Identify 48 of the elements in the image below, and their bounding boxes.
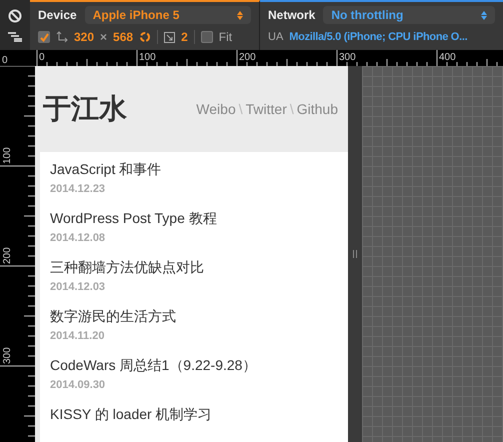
list-icon[interactable]	[7, 32, 23, 42]
ruler-label: 100	[139, 52, 156, 63]
ruler-label: 200	[2, 247, 13, 264]
resize-handle[interactable]	[348, 66, 362, 442]
ruler-label: 100	[2, 147, 13, 164]
post-date: 2014.12.08	[50, 231, 106, 245]
ruler-label: 400	[439, 52, 456, 63]
ua-label: UA	[268, 30, 284, 46]
ruler-label: 0	[2, 56, 8, 66]
width-value[interactable]: 320	[74, 28, 94, 46]
post-title[interactable]: JavaScript 和事件	[50, 161, 338, 178]
post-date: 2014.11.20	[50, 329, 106, 343]
device-select[interactable]: Apple iPhone 5	[84, 6, 251, 24]
post-title[interactable]: 三种翻墙方法优缺点对比	[50, 259, 338, 276]
times-sign: ×	[100, 29, 108, 46]
post-title[interactable]: KISSY 的 loader 机制学习	[50, 406, 338, 423]
post-date: 2014.12.03	[50, 280, 106, 294]
user-agent-value[interactable]: Mozilla/5.0 (iPhone; CPU iPhone O...	[289, 29, 468, 46]
post-title[interactable]: CodeWars 周总结1（9.22-9.28）	[50, 357, 338, 374]
separator: \	[290, 100, 294, 118]
rotate-icon[interactable]	[139, 31, 152, 43]
ruler-label: 300	[2, 347, 13, 364]
ruler-label: 300	[339, 52, 356, 63]
ruler-label: 0	[39, 52, 45, 63]
scale-icon	[164, 32, 176, 42]
post-date: 2014.12.23	[50, 182, 106, 196]
device-label: Device	[38, 7, 77, 24]
nav-link[interactable]: Github	[296, 98, 338, 120]
post-date: 2014.09.30	[50, 378, 106, 392]
height-value[interactable]: 568	[113, 28, 134, 46]
separator: \	[238, 100, 243, 118]
checkmark-icon	[40, 32, 48, 42]
fit-label: Fit	[218, 29, 232, 46]
scale-value[interactable]: 2	[181, 28, 188, 46]
network-select[interactable]: No throttling	[323, 6, 495, 24]
post-title[interactable]: WordPress Post Type 教程	[50, 210, 338, 227]
network-label: Network	[268, 7, 316, 24]
resize-arrow-icon	[56, 31, 68, 43]
checkbox[interactable]	[200, 31, 213, 43]
site-title[interactable]: 于江水	[43, 88, 127, 130]
ruler-label: 200	[239, 52, 256, 63]
updown-icon	[481, 10, 487, 20]
updown-icon	[237, 10, 243, 20]
block-icon[interactable]	[8, 8, 22, 22]
nav-link[interactable]: Twitter	[246, 98, 287, 120]
checkbox[interactable]	[38, 31, 50, 43]
nav-link[interactable]: Weibo	[196, 98, 236, 120]
post-title[interactable]: 数字游民的生活方式	[50, 308, 338, 325]
